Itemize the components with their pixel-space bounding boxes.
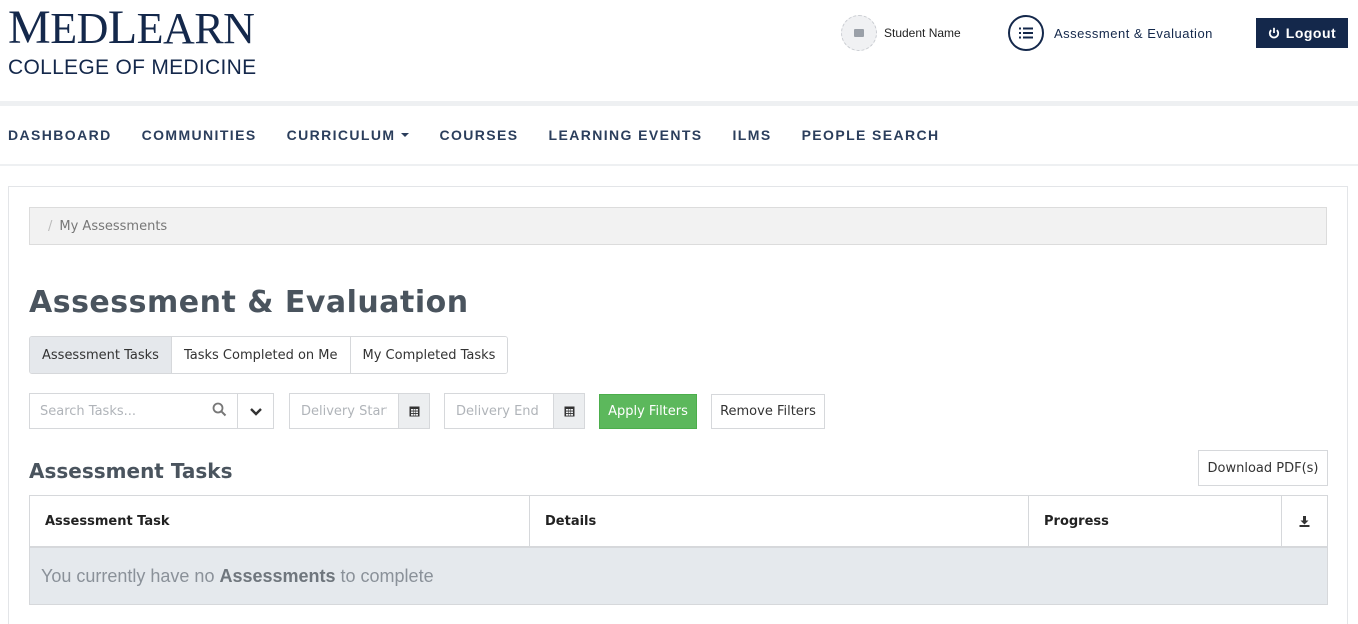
calendar-icon[interactable] bbox=[553, 394, 584, 428]
section-title: Assessment Tasks bbox=[29, 459, 233, 483]
assessment-tabs: Assessment Tasks Tasks Completed on Me M… bbox=[29, 336, 509, 374]
main-nav: DASHBOARD COMMUNITIES CURRICULUM COURSES… bbox=[0, 106, 1358, 166]
logo-letter: M bbox=[8, 1, 51, 54]
logo-wordmark[interactable]: MEDLEARN bbox=[8, 4, 255, 53]
download-column-header[interactable] bbox=[1282, 496, 1327, 546]
logout-label: Logout bbox=[1285, 25, 1337, 41]
tab-tasks-completed-on-me[interactable]: Tasks Completed on Me bbox=[171, 337, 351, 373]
empty-text-prefix: You currently have no bbox=[41, 565, 220, 586]
nav-curriculum-label: CURRICULUM bbox=[286, 127, 396, 143]
assessment-table: Assessment Task Details Progress You cur… bbox=[29, 495, 1328, 605]
content-panel: / My Assessments Assessment & Evaluation… bbox=[8, 186, 1348, 624]
column-header-details[interactable]: Details bbox=[530, 496, 1029, 546]
column-header-progress[interactable]: Progress bbox=[1029, 496, 1282, 546]
search-box bbox=[29, 393, 274, 429]
delivery-end-field bbox=[444, 393, 585, 429]
nav-ilms[interactable]: ILMS bbox=[733, 127, 772, 143]
avatar bbox=[841, 15, 877, 51]
breadcrumb: / My Assessments bbox=[29, 207, 1327, 245]
user-menu[interactable]: Student Name bbox=[841, 15, 961, 51]
download-icon bbox=[1299, 515, 1310, 527]
delivery-start-field bbox=[289, 393, 430, 429]
logo-letters: EARN bbox=[136, 4, 255, 53]
logo-subtitle: COLLEGE OF MEDICINE bbox=[8, 56, 257, 79]
power-icon bbox=[1268, 27, 1279, 39]
search-input[interactable] bbox=[30, 394, 238, 428]
tab-assessment-tasks[interactable]: Assessment Tasks bbox=[30, 337, 172, 373]
logo-letters: ED bbox=[50, 4, 108, 53]
remove-filters-button[interactable]: Remove Filters bbox=[711, 394, 825, 429]
nav-learning-events[interactable]: LEARNING EVENTS bbox=[549, 127, 703, 143]
empty-state-row: You currently have no Assessments to com… bbox=[30, 548, 1327, 604]
calendar-icon[interactable] bbox=[398, 394, 429, 428]
empty-text-bold: Assessments bbox=[219, 565, 336, 586]
chevron-down-icon bbox=[249, 407, 262, 416]
empty-text-suffix: to complete bbox=[335, 565, 434, 586]
logo-letter: L bbox=[107, 1, 137, 54]
search-icon[interactable] bbox=[212, 402, 227, 417]
search-options-toggle[interactable] bbox=[237, 394, 273, 428]
image-placeholder-icon bbox=[854, 29, 864, 37]
breadcrumb-current: My Assessments bbox=[59, 218, 168, 234]
nav-communities[interactable]: COMMUNITIES bbox=[142, 127, 257, 143]
table-header: Assessment Task Details Progress bbox=[30, 496, 1327, 548]
nav-dashboard[interactable]: DASHBOARD bbox=[8, 127, 112, 143]
delivery-start-input[interactable] bbox=[290, 394, 398, 428]
caret-down-icon bbox=[401, 133, 410, 137]
delivery-end-input[interactable] bbox=[445, 394, 553, 428]
apply-filters-button[interactable]: Apply Filters bbox=[599, 394, 697, 429]
nav-courses[interactable]: COURSES bbox=[439, 127, 518, 143]
assessment-evaluation-label: Assessment & Evaluation bbox=[1054, 25, 1213, 41]
breadcrumb-separator: / bbox=[48, 218, 53, 234]
user-name: Student Name bbox=[884, 26, 961, 40]
list-icon bbox=[1008, 15, 1044, 51]
download-pdf-button[interactable]: Download PDF(s) bbox=[1198, 450, 1328, 486]
assessment-evaluation-link[interactable]: Assessment & Evaluation bbox=[1008, 15, 1213, 51]
nav-people-search[interactable]: PEOPLE SEARCH bbox=[802, 127, 940, 143]
logout-button[interactable]: Logout bbox=[1256, 18, 1348, 48]
nav-curriculum[interactable]: CURRICULUM bbox=[287, 127, 410, 143]
column-header-assessment-task[interactable]: Assessment Task bbox=[30, 496, 530, 546]
site-header: MEDLEARN COLLEGE OF MEDICINE Student Nam… bbox=[0, 0, 1358, 102]
page-title: Assessment & Evaluation bbox=[29, 285, 469, 320]
tab-my-completed-tasks[interactable]: My Completed Tasks bbox=[350, 337, 508, 373]
